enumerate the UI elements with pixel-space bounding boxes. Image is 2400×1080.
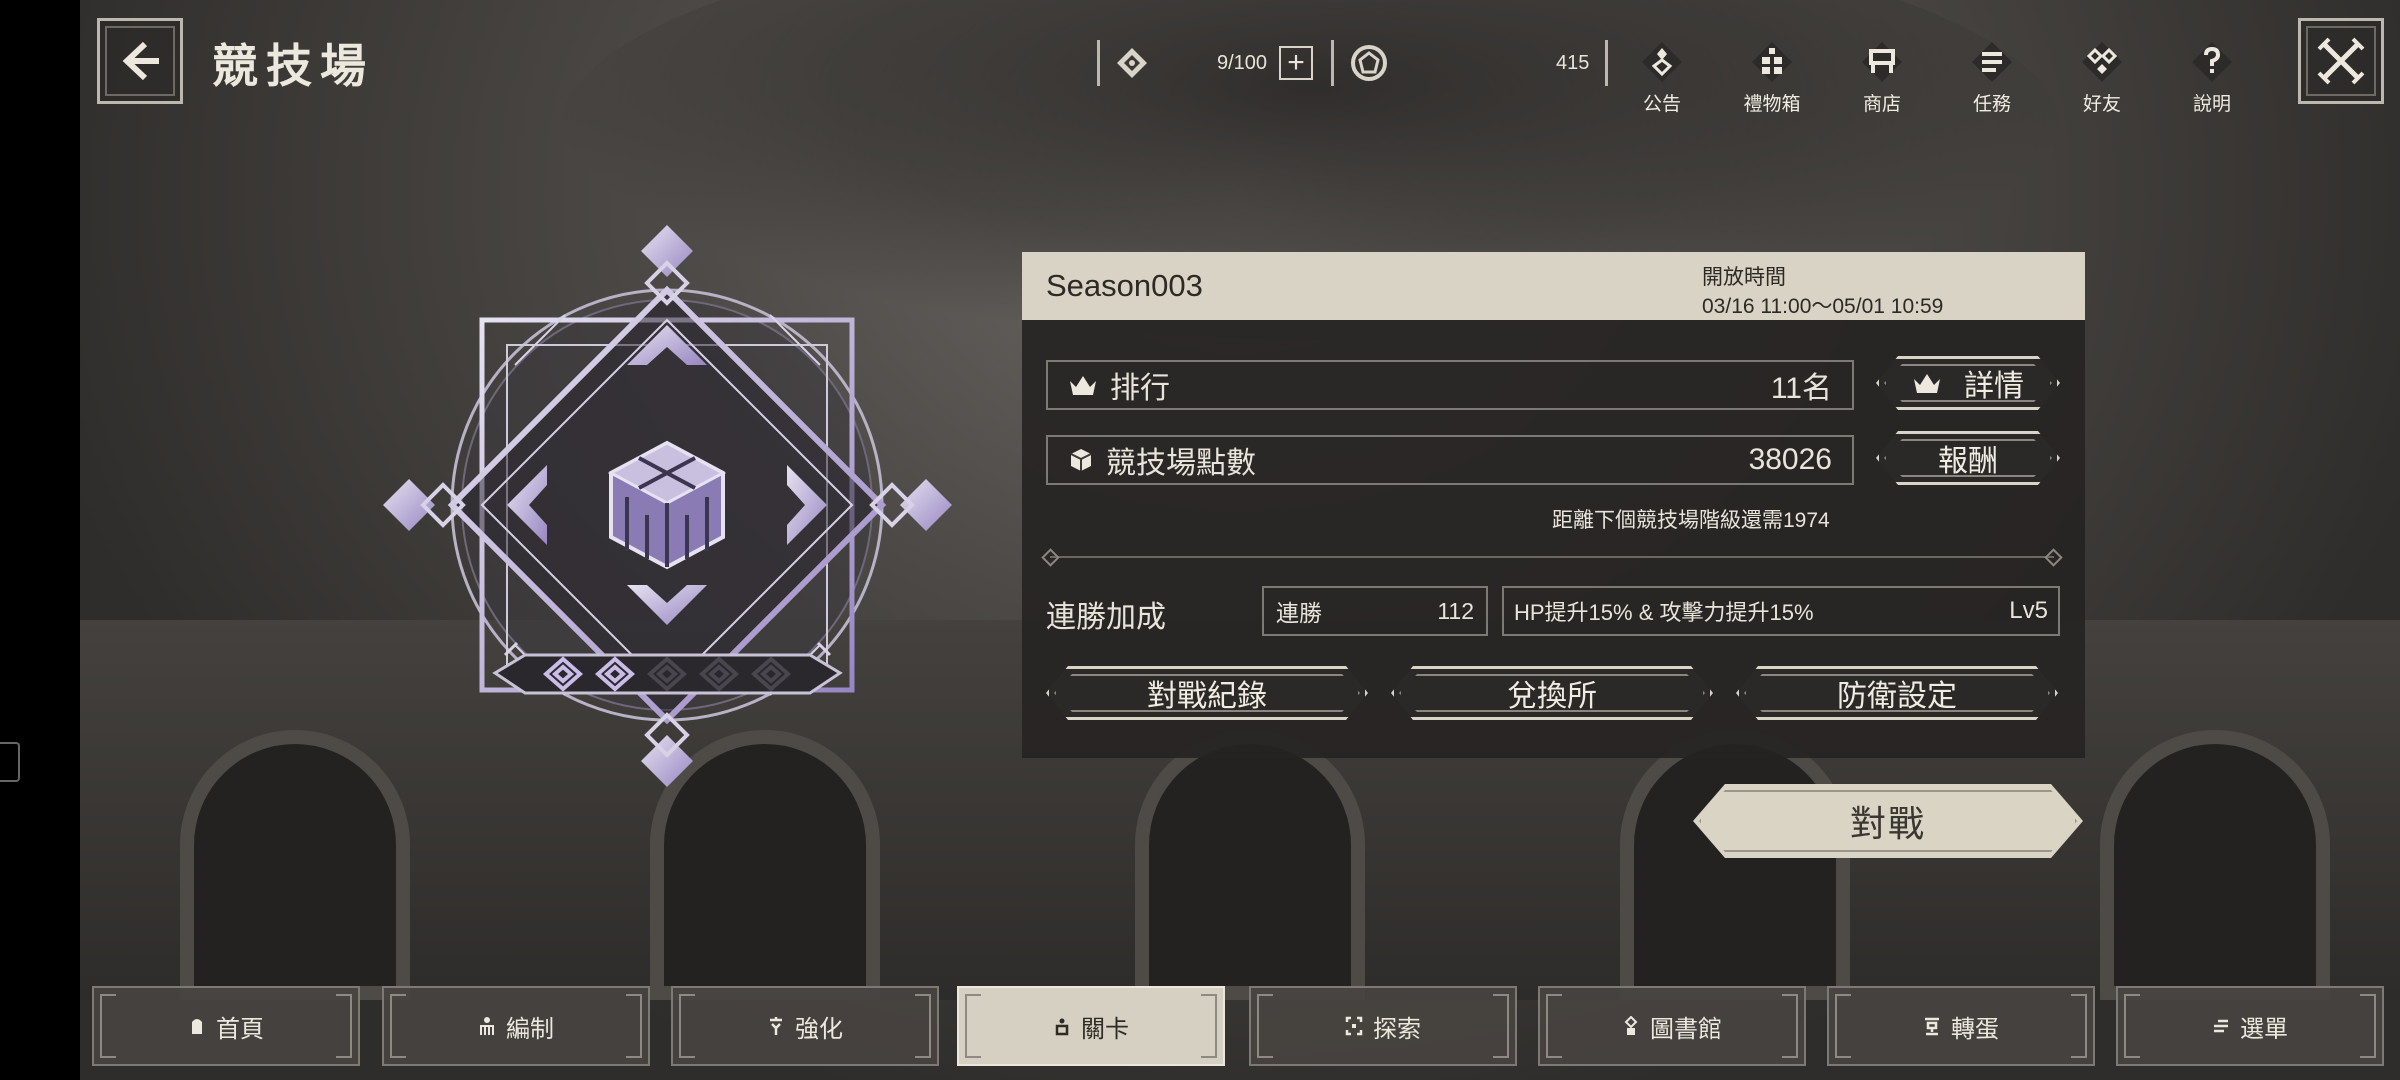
nav-menu[interactable]: 選單 xyxy=(2116,986,2384,1066)
background-arch xyxy=(2100,730,2330,1000)
formation-icon xyxy=(480,1017,494,1035)
page-title: 競技場 xyxy=(212,40,374,92)
nav-enhance[interactable]: 強化 xyxy=(671,986,939,1066)
crown-icon xyxy=(1070,376,1096,395)
close-button[interactable] xyxy=(2298,18,2384,104)
shop-icon xyxy=(1862,42,1902,82)
missions-button[interactable]: 任務 xyxy=(1952,40,2032,116)
battle-button[interactable]: 對戰 xyxy=(1693,784,2083,858)
exchange-button[interactable]: 兌換所 xyxy=(1391,666,1713,720)
header-divider xyxy=(1331,40,1334,86)
add-stamina-button[interactable]: + xyxy=(1279,46,1314,80)
open-time-value: 03/16 11:00～05/01 10:59 xyxy=(1702,295,1944,318)
announcement-icon xyxy=(1642,42,1682,82)
streak-bonus-text: HP提升15% & 攻擊力提升15% xyxy=(1514,600,1814,625)
stamina-value: 9/100 xyxy=(1217,51,1268,74)
gift-box-icon xyxy=(1752,42,1792,82)
side-edge-handle[interactable] xyxy=(0,742,20,782)
arena-points-value: 38026 xyxy=(1748,443,1832,476)
explore-icon xyxy=(1345,1016,1363,1036)
win-streak-box: 連勝 112 xyxy=(1262,586,1488,636)
background-arch xyxy=(1620,730,1850,1000)
menu-icon xyxy=(2214,1019,2228,1033)
help-button[interactable]: 說明 xyxy=(2172,40,2252,116)
library-icon xyxy=(1624,1016,1638,1035)
stamina-counter: 9/100 + xyxy=(1115,38,1314,88)
streak-bonus-title: 連勝加成 xyxy=(1046,601,1166,634)
back-arrow-icon xyxy=(122,41,159,81)
friends-button[interactable]: 好友 xyxy=(2062,40,2142,116)
header-divider xyxy=(1605,40,1608,86)
rank-row: 排行 11名 xyxy=(1046,360,1854,410)
announcement-button[interactable]: 公告 xyxy=(1622,40,1702,116)
win-streak-value: 112 xyxy=(1437,597,1474,624)
gift-box-button[interactable]: 禮物箱 xyxy=(1732,40,1812,116)
win-streak-label: 連勝 xyxy=(1276,600,1322,626)
season-header: Season003 開放時間 03/16 11:00～05/01 10:59 xyxy=(1022,252,2085,320)
help-icon xyxy=(2192,42,2232,82)
left-black-bar xyxy=(0,0,80,1080)
stamina-icon xyxy=(1117,48,1147,78)
nav-explore[interactable]: 探索 xyxy=(1249,986,1517,1066)
nav-gacha[interactable]: 轉蛋 xyxy=(1827,986,2095,1066)
crossed-swords-icon xyxy=(2317,37,2365,85)
arena-rank-emblem xyxy=(383,225,952,787)
streak-bonus-level: Lv5 xyxy=(2009,597,2048,624)
missions-icon xyxy=(1972,42,2012,82)
nav-home[interactable]: 首頁 xyxy=(92,986,360,1066)
rank-value: 11名 xyxy=(1770,372,1832,405)
currency-gem-icon xyxy=(1351,45,1387,81)
background-arch xyxy=(1135,730,1365,1000)
arena-points-label: 競技場點數 xyxy=(1106,447,1256,480)
currency-value: 415 xyxy=(1556,51,1590,74)
details-button[interactable]: 詳情 xyxy=(1876,356,2060,410)
streak-bonus-box: HP提升15% & 攻擊力提升15% Lv5 xyxy=(1502,586,2060,636)
nav-stage[interactable]: 關卡 xyxy=(957,986,1225,1066)
defense-setup-button[interactable]: 防衛設定 xyxy=(1736,666,2058,720)
enhance-icon xyxy=(770,1017,782,1035)
nav-formation[interactable]: 編制 xyxy=(382,986,650,1066)
panel-divider xyxy=(1050,556,2054,558)
season-info-panel: Season003 開放時間 03/16 11:00～05/01 10:59 排… xyxy=(1022,252,2085,758)
season-name: Season003 xyxy=(1046,268,1203,303)
rank-label: 排行 xyxy=(1110,372,1170,405)
home-icon xyxy=(192,1019,202,1034)
crown-icon xyxy=(1912,371,1942,395)
nav-library[interactable]: 圖書館 xyxy=(1538,986,1806,1066)
next-tier-requirement: 距離下個競技場階級還需1974 xyxy=(1552,509,1830,532)
gacha-icon xyxy=(1925,1017,1939,1036)
friends-icon xyxy=(2082,42,2122,82)
open-time-label: 開放時間 xyxy=(1702,266,1786,289)
arena-points-row: 競技場點數 38026 xyxy=(1046,435,1854,485)
reward-button[interactable]: 報酬 xyxy=(1876,431,2060,485)
cube-icon xyxy=(1070,449,1092,471)
battle-record-button[interactable]: 對戰紀錄 xyxy=(1046,666,1368,720)
shop-button[interactable]: 商店 xyxy=(1842,40,1922,116)
back-button[interactable] xyxy=(97,18,183,104)
stage-icon xyxy=(1055,1018,1069,1036)
header-divider xyxy=(1097,40,1100,86)
currency-counter: 415 xyxy=(1350,38,1589,88)
